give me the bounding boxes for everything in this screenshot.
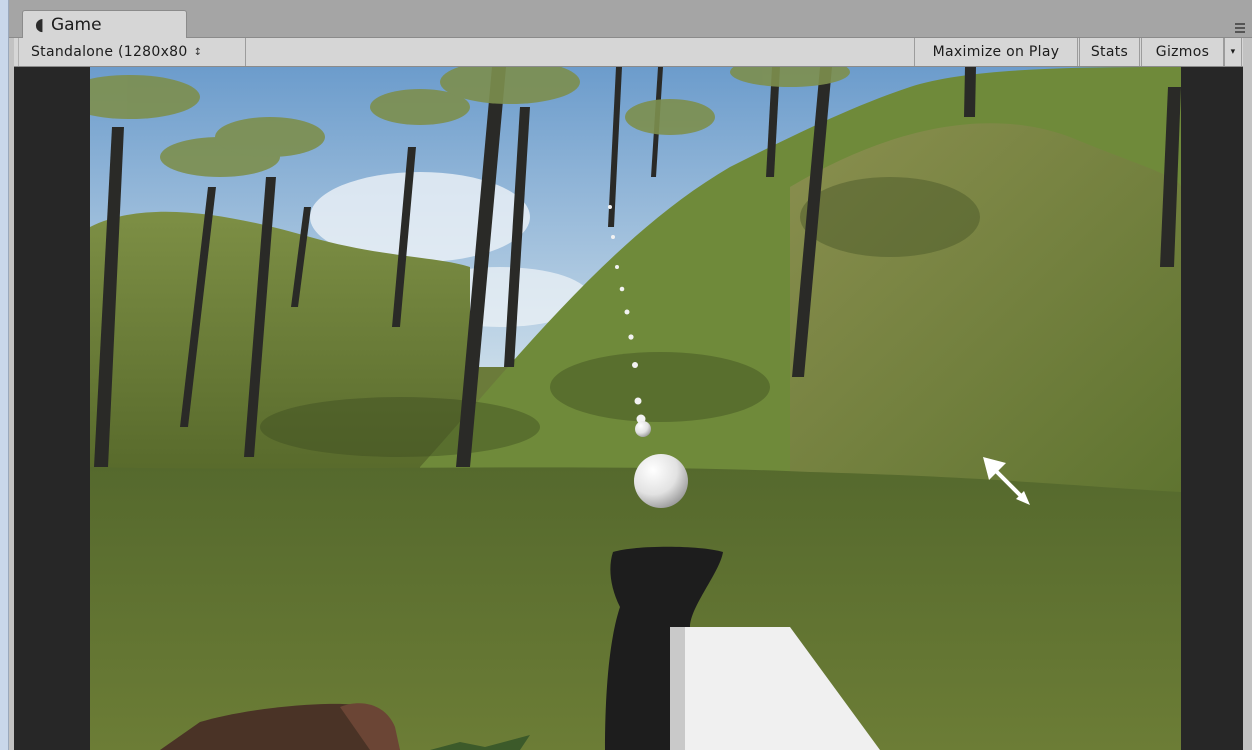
stats-button[interactable]: Stats: [1079, 38, 1140, 66]
resolution-label: Standalone (1280x80: [31, 44, 188, 60]
projectile-ball: [634, 454, 688, 508]
gizmos-button[interactable]: Gizmos: [1141, 38, 1224, 66]
cannon-block-edge: [670, 627, 685, 750]
maximize-on-play-button[interactable]: Maximize on Play: [914, 38, 1078, 66]
tab-game[interactable]: ◖ Game: [22, 10, 187, 39]
resolution-dropdown[interactable]: Standalone (1280x80 ↕: [18, 38, 246, 66]
tree-shadow: [260, 397, 540, 457]
panel-menu-icon[interactable]: [1232, 21, 1246, 33]
game-view[interactable]: [90, 67, 1181, 750]
pacman-icon: ◖: [35, 15, 44, 35]
window-left-edge: [0, 0, 9, 750]
game-toolbar: Standalone (1280x80 ↕ Maximize on Play S…: [14, 38, 1243, 67]
tab-game-label: Game: [50, 15, 102, 35]
tab-bar: ◖ Game: [9, 0, 1252, 39]
tree-shadow: [800, 177, 980, 257]
small-ball: [635, 421, 651, 437]
right-hill: [790, 123, 1181, 497]
game-scene: [90, 67, 1181, 750]
tree-shadow: [550, 352, 770, 422]
updown-arrow-icon: ↕: [193, 46, 203, 58]
gizmos-dropdown-icon[interactable]: ▾: [1224, 38, 1242, 66]
